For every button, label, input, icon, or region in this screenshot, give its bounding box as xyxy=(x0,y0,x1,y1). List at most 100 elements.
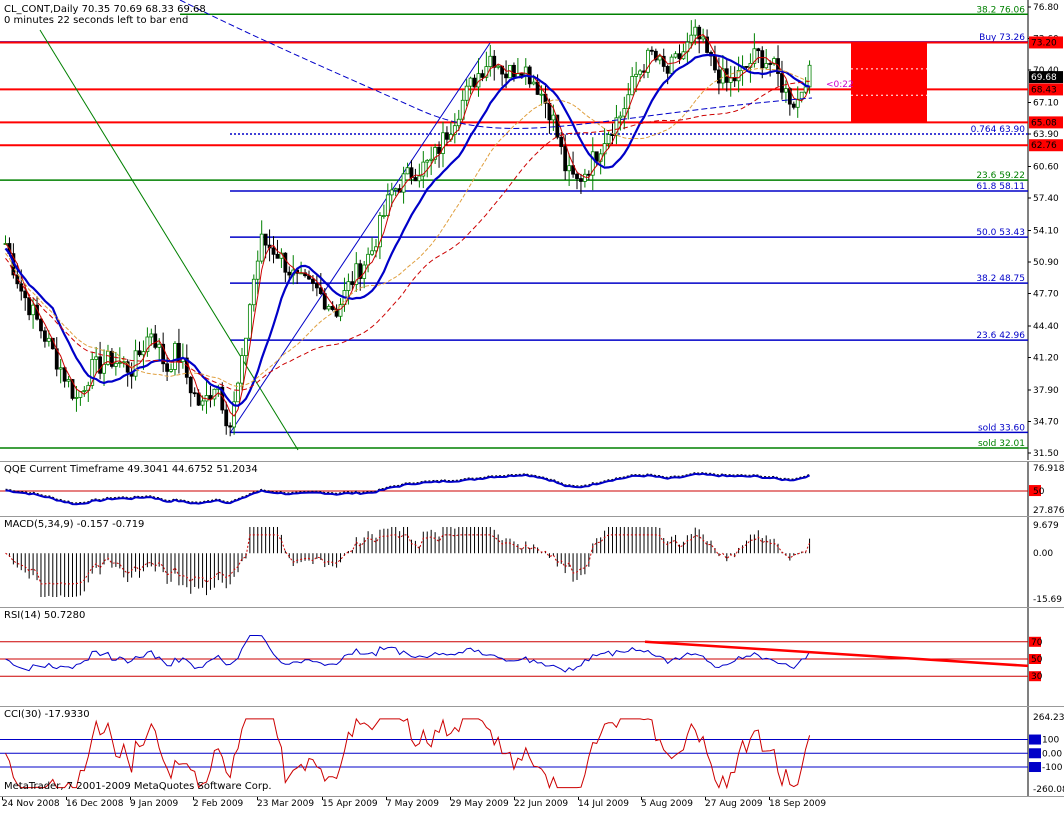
candle-body xyxy=(141,351,146,356)
candle-body xyxy=(693,26,698,36)
fib-level-label: 38.2 48.75 xyxy=(976,274,1025,284)
candle-body xyxy=(263,233,268,246)
candle-body xyxy=(677,53,682,60)
date-axis-tick xyxy=(514,797,515,800)
date-axis-label: 7 May 2009 xyxy=(386,799,439,809)
candle-body xyxy=(39,318,43,332)
price-scale-label: 47.70 xyxy=(1033,290,1059,300)
candle-body xyxy=(638,70,642,75)
candle-body xyxy=(153,333,158,348)
price-scale-label: 37.90 xyxy=(1033,386,1059,396)
date-axis-label: 27 Aug 2009 xyxy=(705,799,763,809)
rsi-scale-label: 50 xyxy=(1031,655,1043,665)
macd-chart: 9.679 0.00 -15.69 xyxy=(5,517,1062,607)
main-chart-pane[interactable]: 76.8073.6070.4067.1063.9060.6057.4054.10… xyxy=(0,0,1064,460)
candle-body xyxy=(27,297,32,316)
bar-timer-marker: <0:22 xyxy=(826,80,854,90)
candle-body xyxy=(405,167,410,175)
candle-body xyxy=(346,281,351,291)
candle-body xyxy=(94,356,99,360)
ma-blue-bold xyxy=(4,53,810,407)
date-axis-label: 9 Jan 2009 xyxy=(130,799,179,809)
date-axis-tick xyxy=(322,797,323,800)
candle-body xyxy=(401,173,406,193)
candle-body xyxy=(113,362,118,367)
date-axis-tick xyxy=(450,797,451,800)
candle-body xyxy=(43,330,47,342)
cci-scale-label: -100 xyxy=(1042,763,1063,773)
candle-body xyxy=(744,66,749,68)
candle-body xyxy=(31,304,35,316)
candle-body xyxy=(594,151,599,162)
candle-body xyxy=(196,392,201,406)
candle-body xyxy=(760,50,765,69)
date-axis-label: 15 Apr 2009 xyxy=(322,799,378,809)
candle-body xyxy=(173,342,177,370)
fib-level-label: sold 32.01 xyxy=(978,439,1025,449)
candle-body xyxy=(468,77,473,87)
candle-body xyxy=(803,86,808,93)
qqe-title: QQE Current Timeframe 49.3041 44.6752 51… xyxy=(4,464,258,475)
date-axis-tick xyxy=(641,797,642,800)
candle-body xyxy=(385,194,390,216)
candle-body xyxy=(350,281,355,285)
candle-body xyxy=(322,293,327,310)
candle-body xyxy=(665,66,670,74)
candle-body xyxy=(314,283,319,289)
candle-body xyxy=(228,425,233,428)
candle-body xyxy=(551,114,556,121)
fib-level-label: 38.2 76.06 xyxy=(976,5,1025,15)
candle-body xyxy=(791,103,796,108)
candle-body xyxy=(275,253,280,259)
candle-body xyxy=(326,305,331,310)
candle-body xyxy=(780,73,784,93)
candle-body xyxy=(244,337,248,357)
candle-body xyxy=(539,93,544,96)
price-scale-label: 54.10 xyxy=(1033,226,1059,236)
candle-body xyxy=(622,108,627,117)
copyright-text: MetaTrader, 7 2001-2009 MetaQuotes Softw… xyxy=(4,781,272,792)
macd-pane[interactable]: 9.679 0.00 -15.69 MACD(5,34,9) -0.157 -0.7… xyxy=(0,516,1064,607)
candle-body xyxy=(575,173,579,179)
candle-body xyxy=(768,63,773,65)
price-tag-label: 68.43 xyxy=(1031,85,1057,95)
price-scale-label: 44.40 xyxy=(1033,322,1059,332)
price-tag-label: 73.20 xyxy=(1031,38,1057,48)
candle-body xyxy=(240,355,244,384)
candle-body xyxy=(512,64,516,78)
macd-scale-label: 9.679 xyxy=(1033,521,1059,531)
date-axis-label: 16 Dec 2008 xyxy=(66,799,124,809)
candle-body xyxy=(756,48,761,52)
candle-body xyxy=(519,73,524,76)
candle-body xyxy=(188,376,193,394)
candle-body xyxy=(117,362,122,364)
candle-body xyxy=(764,63,769,69)
candle-body xyxy=(657,55,662,61)
cci-level-tag xyxy=(1029,762,1041,773)
candle-body xyxy=(650,49,654,52)
candle-body xyxy=(689,34,694,43)
candle-body xyxy=(149,333,154,338)
rsi-pane[interactable]: 70 50 30 RSI(14) 50.7280 xyxy=(0,607,1064,706)
date-axis-label: 23 Mar 2009 xyxy=(257,799,315,809)
fib-level-label: 0.764 63.90 xyxy=(971,125,1026,135)
candle-body xyxy=(445,132,449,140)
qqe-pane[interactable]: 76.918 50 27.8762 QQE Current Timeframe 49… xyxy=(0,461,1064,516)
candle-body xyxy=(504,73,508,79)
candle-body xyxy=(630,76,635,96)
candle-body xyxy=(425,159,430,163)
rsi-chart: 70 50 30 xyxy=(0,608,1043,706)
price-scale-label: 41.20 xyxy=(1033,353,1059,363)
candle-body xyxy=(381,215,386,217)
candle-body xyxy=(582,173,587,182)
date-axis-tick xyxy=(193,797,194,800)
date-axis-tick xyxy=(66,797,67,800)
date-axis-label: 24 Nov 2008 xyxy=(2,799,60,809)
rsi-title: RSI(14) 50.7280 xyxy=(4,610,86,621)
candle-body xyxy=(389,189,394,196)
date-axis-label: 18 Sep 2009 xyxy=(769,799,827,809)
candle-body xyxy=(259,233,264,262)
qqe-scale-label: 27.8762 xyxy=(1033,506,1064,516)
ma-red-dashed xyxy=(5,80,810,391)
price-scale-label: 50.90 xyxy=(1033,258,1059,268)
